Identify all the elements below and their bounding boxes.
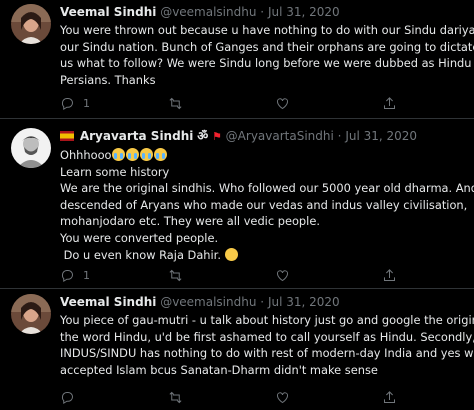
display-name[interactable]: Veemal Sindhi — [60, 295, 156, 309]
tweet-line-text: Do u even know Raja Dahir. — [60, 247, 221, 262]
tweet-line: the word Hindu, u'd be first ashamed to … — [60, 329, 474, 344]
share-icon — [384, 268, 395, 281]
tweet-header: Veemal Sindhi @veemalsindhu · Jul 31, 20… — [60, 4, 340, 20]
display-name[interactable]: Aryavarta Sindhi — [80, 129, 194, 143]
tweet-line: mohanjodaro etc. They were all vedic peo… — [60, 214, 320, 229]
tweet-text: You were thrown out because u have nothi… — [60, 22, 474, 88]
user-handle[interactable]: @veemalsindhu — [160, 5, 256, 19]
tweet-line: We are the original sindhis. Who followe… — [60, 181, 474, 196]
like-icon — [277, 391, 288, 403]
tweet-line: Learn some history — [60, 164, 170, 179]
retweet-icon — [169, 97, 182, 109]
retweet-icon — [169, 391, 182, 403]
reply-button[interactable]: 1 — [60, 266, 90, 284]
retweet-button[interactable] — [168, 388, 183, 406]
tweet-header: Aryavarta Sindhi ॐ ⚑ @AryavartaSindhi · … — [60, 128, 417, 145]
reply-button[interactable]: 1 — [60, 94, 90, 112]
avatar[interactable] — [11, 4, 51, 44]
tweet-line: Do u even know Raja Dahir. — [60, 247, 465, 264]
reply-icon — [61, 97, 73, 110]
share-icon — [384, 96, 395, 109]
tweet-actions: 1 — [60, 266, 470, 284]
retweet-icon — [169, 269, 182, 281]
smirk-emoji-icon — [224, 247, 238, 261]
reply-count: 1 — [83, 268, 90, 282]
tweet-line: You were converted people. — [60, 230, 219, 245]
share-button[interactable] — [382, 388, 397, 406]
share-button[interactable] — [382, 94, 397, 112]
crying-laughing-emoji-icon — [111, 148, 125, 161]
like-button[interactable] — [275, 388, 290, 406]
tweet[interactable]: Veemal Sindhi @veemalsindhu · Jul 31, 20… — [0, 290, 474, 410]
like-icon — [277, 269, 288, 281]
like-icon — [277, 97, 288, 109]
crying-laughing-emoji-icon — [139, 148, 153, 161]
reply-count: 1 — [83, 96, 90, 110]
tweet-line-text: Ohhhooo — [60, 148, 112, 162]
tweet-line: descended of Aryans who made our vedas a… — [60, 197, 468, 212]
tweet-line: accepted Islam bcus Sanatan-Dharm didn't… — [60, 362, 378, 377]
like-button[interactable] — [275, 266, 290, 284]
divider — [0, 118, 474, 119]
tweet-text: You piece of gau-mutri - u talk about hi… — [60, 312, 474, 378]
crying-laughing-emoji-icon — [153, 148, 167, 161]
timestamp[interactable]: Jul 31, 2020 — [345, 129, 417, 143]
reply-icon — [61, 391, 73, 404]
timestamp[interactable]: Jul 31, 2020 — [268, 5, 340, 19]
tweet-header: Veemal Sindhi @veemalsindhu · Jul 31, 20… — [60, 294, 340, 310]
divider — [0, 288, 474, 289]
tweet-actions: 1 — [60, 94, 470, 112]
om-symbol: ॐ — [197, 129, 209, 143]
user-handle[interactable]: @AryavartaSindhi — [226, 129, 334, 143]
user-handle[interactable]: @veemalsindhu — [160, 295, 256, 309]
retweet-button[interactable] — [168, 94, 183, 112]
tweet-line: our Sindu nation. Bunch of Ganges and th… — [60, 39, 474, 54]
avatar[interactable] — [11, 294, 51, 334]
separator: · — [337, 129, 342, 143]
tweet-line: us what to follow? We were Sindu long be… — [60, 56, 474, 71]
share-button[interactable] — [382, 266, 397, 284]
tweet-line: You piece of gau-mutri - u talk about hi… — [60, 313, 474, 327]
separator: · — [260, 295, 265, 309]
reply-button[interactable] — [60, 388, 75, 406]
avatar[interactable] — [11, 128, 51, 168]
crying-laughing-emoji-icon — [125, 148, 139, 161]
like-button[interactable] — [275, 94, 290, 112]
tweet-line: Persians. Thanks — [60, 72, 156, 87]
tweet-line: INDUS/SINDU has nothing to do with rest … — [60, 346, 474, 361]
reply-icon — [61, 269, 73, 282]
retweet-button[interactable] — [168, 266, 183, 284]
red-flag-icon: ⚑ — [211, 130, 222, 143]
tweet[interactable]: Aryavarta Sindhi ॐ ⚑ @AryavartaSindhi · … — [0, 120, 474, 288]
timestamp[interactable]: Jul 31, 2020 — [268, 295, 340, 309]
separator: · — [260, 5, 265, 19]
tweet-line: You were thrown out because u have nothi… — [60, 23, 474, 37]
tweet-line: Ohhhooo — [60, 147, 465, 164]
spain-flag-icon — [60, 131, 74, 141]
share-icon — [384, 390, 395, 403]
tweet-text: Ohhhooo Learn some history We are the or… — [60, 147, 474, 264]
display-name[interactable]: Veemal Sindhi — [60, 5, 156, 19]
tweet-actions — [60, 388, 470, 406]
tweet[interactable]: Veemal Sindhi @veemalsindhu · Jul 31, 20… — [0, 0, 474, 118]
